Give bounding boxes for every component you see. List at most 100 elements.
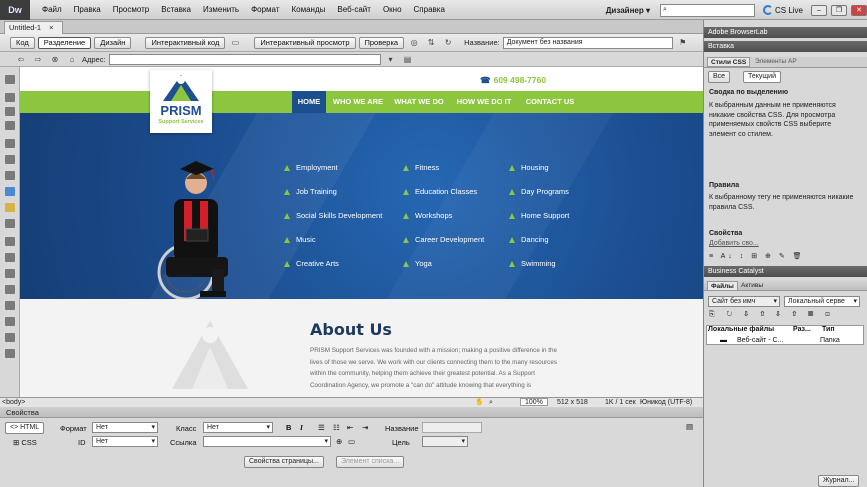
balance-braces-icon[interactable] bbox=[5, 155, 15, 164]
log-button[interactable]: Журнал... bbox=[818, 475, 860, 487]
tag-selector[interactable]: <body> bbox=[2, 398, 25, 407]
code-view-button[interactable]: Код bbox=[10, 36, 35, 49]
minimize-button[interactable]: – bbox=[811, 4, 827, 16]
wrap-tag-icon[interactable] bbox=[5, 269, 15, 278]
inspect-button[interactable]: Проверка bbox=[358, 36, 405, 49]
collapse-tag-icon[interactable] bbox=[5, 93, 15, 102]
properties-header[interactable]: Свойства bbox=[0, 407, 703, 418]
service-item[interactable]: Creative Arts bbox=[284, 259, 339, 268]
service-item[interactable]: Education Classes bbox=[403, 187, 477, 196]
list-item-button[interactable]: Элемент списка... bbox=[336, 456, 405, 468]
design-view[interactable]: ☎ 609 498-7760 HOME WHO WE ARE WHAT WE DO… bbox=[20, 67, 703, 397]
insert-panel-header[interactable]: Вставка bbox=[704, 41, 867, 52]
service-item[interactable]: Fitness bbox=[403, 163, 439, 172]
business-catalyst-header[interactable]: Business Catalyst bbox=[704, 266, 867, 277]
window-size[interactable]: 512 x 518 bbox=[557, 398, 588, 407]
indent-icon[interactable] bbox=[5, 317, 15, 326]
service-item[interactable]: Workshops bbox=[403, 211, 452, 220]
html-mode-button[interactable]: <> HTML bbox=[5, 422, 45, 434]
indent-button-icon[interactable]: ⇥ bbox=[362, 423, 368, 432]
home-icon[interactable]: ⌂ bbox=[65, 54, 79, 65]
service-item[interactable]: Dancing bbox=[509, 235, 549, 244]
service-item[interactable]: Yoga bbox=[403, 259, 432, 268]
name-input[interactable] bbox=[422, 422, 482, 433]
id-select[interactable]: Нет bbox=[92, 436, 158, 447]
close-button[interactable]: ✕ bbox=[851, 4, 867, 16]
line-numbers-icon[interactable] bbox=[5, 171, 15, 180]
menu-item[interactable]: Справка bbox=[408, 5, 451, 14]
nav-home[interactable]: HOME bbox=[292, 91, 326, 113]
word-wrap-icon[interactable] bbox=[5, 219, 15, 228]
address-input[interactable] bbox=[108, 53, 381, 65]
add-property-link[interactable]: Добавить сво... bbox=[709, 239, 859, 249]
menu-item[interactable]: Файл bbox=[36, 5, 68, 14]
unordered-list-icon[interactable]: ☰ bbox=[318, 423, 325, 432]
service-item[interactable]: Day Programs bbox=[509, 187, 569, 196]
italic-button[interactable]: I bbox=[300, 423, 303, 432]
page-properties-button[interactable]: Свойства страницы... bbox=[244, 456, 324, 468]
ordered-list-icon[interactable]: ☷ bbox=[333, 423, 340, 432]
move-css-icon[interactable] bbox=[5, 301, 15, 310]
point-to-file-icon[interactable]: ⊕ bbox=[336, 437, 342, 446]
back-icon[interactable]: ⇦ bbox=[14, 54, 28, 65]
document-tab[interactable]: Untitled-1 × bbox=[4, 21, 63, 34]
nav-who-we-are[interactable]: WHO WE ARE bbox=[332, 91, 384, 113]
zoom-tool-icon[interactable]: ⌕ bbox=[489, 398, 493, 407]
close-tab-icon[interactable]: × bbox=[49, 23, 53, 32]
nav-contact-us[interactable]: CONTACT US bbox=[522, 91, 578, 113]
live-code-button[interactable]: Интерактивный код bbox=[145, 36, 226, 49]
tab-ap-elements[interactable]: Элементы AP bbox=[752, 57, 800, 67]
panel-options-icon[interactable]: ▤ bbox=[686, 422, 693, 431]
class-select[interactable]: Нет bbox=[203, 422, 273, 433]
browserlab-panel-header[interactable]: Adobe BrowserLab bbox=[704, 27, 867, 38]
zoom-select[interactable]: 100% bbox=[520, 398, 548, 406]
recent-snippets-icon[interactable] bbox=[5, 285, 15, 294]
tab-files[interactable]: Файлы bbox=[707, 281, 738, 291]
expand-all-icon[interactable] bbox=[5, 121, 15, 130]
outdent-button-icon[interactable]: ⇤ bbox=[347, 423, 353, 432]
multiscreen-icon[interactable]: ▭ bbox=[228, 37, 242, 48]
tab-assets[interactable]: Активы bbox=[738, 281, 766, 291]
service-item[interactable]: Music bbox=[284, 235, 316, 244]
refresh-icon[interactable]: ↻ bbox=[441, 37, 455, 48]
browse-folder-icon[interactable]: ▭ bbox=[348, 437, 355, 446]
service-item[interactable]: Housing bbox=[509, 163, 549, 172]
files-toolbar-icons[interactable]: ⎘ ↻ ⇩ ⇧ ⇩ ⇧ ▦ ⊡ bbox=[709, 310, 859, 320]
browse-icon[interactable]: ▤ bbox=[401, 54, 415, 65]
site-select[interactable]: Сайт без имч bbox=[708, 296, 780, 307]
outdent-icon[interactable] bbox=[5, 333, 15, 342]
format-source-icon[interactable] bbox=[5, 349, 15, 358]
collapse-selection-icon[interactable] bbox=[5, 107, 15, 116]
page-title-input[interactable]: Документ без названия bbox=[502, 36, 673, 49]
design-view-button[interactable]: Дизайн bbox=[94, 36, 132, 49]
highlight-invalid-icon[interactable] bbox=[5, 187, 15, 196]
open-documents-icon[interactable] bbox=[5, 75, 15, 84]
cs-live-button[interactable]: CS Live bbox=[759, 5, 807, 15]
syntax-error-icon[interactable] bbox=[5, 203, 15, 212]
forward-icon[interactable]: ⇨ bbox=[31, 54, 45, 65]
view-select[interactable]: Локальный серве bbox=[784, 296, 860, 307]
restore-button[interactable]: ❐ bbox=[831, 4, 847, 16]
menu-item[interactable]: Правка bbox=[68, 5, 107, 14]
remove-comment-icon[interactable] bbox=[5, 253, 15, 262]
format-select[interactable]: Нет bbox=[92, 422, 158, 433]
menu-item[interactable]: Вставка bbox=[155, 5, 197, 14]
menu-item[interactable]: Изменить bbox=[197, 5, 245, 14]
nav-what-we-do[interactable]: WHAT WE DO bbox=[392, 91, 446, 113]
col-size[interactable]: Раз... bbox=[793, 326, 811, 333]
stop-icon[interactable]: ⊗ bbox=[48, 54, 62, 65]
site-row-name[interactable]: Веб-сайт - С... bbox=[737, 337, 783, 344]
link-input[interactable] bbox=[203, 436, 331, 447]
validate-icon[interactable]: ⚑ bbox=[676, 37, 690, 48]
nav-how-we-do-it[interactable]: HOW WE DO IT bbox=[454, 91, 514, 113]
bold-button[interactable]: B bbox=[286, 423, 291, 432]
col-type[interactable]: Тип bbox=[822, 326, 835, 333]
col-local-files[interactable]: Локальные файлы bbox=[708, 326, 774, 333]
service-item[interactable]: Swimming bbox=[509, 259, 556, 268]
hand-tool-icon[interactable]: ✋ bbox=[475, 398, 484, 407]
service-item[interactable]: Employment bbox=[284, 163, 338, 172]
workspace-switcher[interactable]: Дизайнер ▾ bbox=[606, 6, 656, 15]
help-search-input[interactable]: ⌕ bbox=[659, 3, 755, 17]
menu-item[interactable]: Формат bbox=[245, 5, 285, 14]
service-item[interactable]: Home Support bbox=[509, 211, 569, 220]
